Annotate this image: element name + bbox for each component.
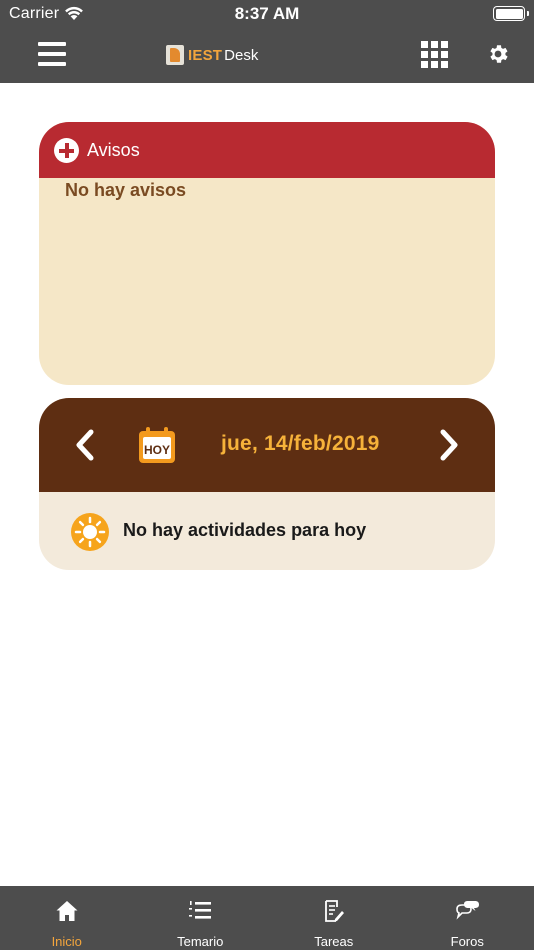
calendar-today-icon[interactable]: HOY [138, 426, 176, 464]
sun-icon [71, 513, 109, 551]
tab-bar: Inicio Temario Tareas Foros [0, 886, 534, 950]
chevron-right-icon[interactable] [438, 428, 460, 462]
chat-bubbles-icon [456, 901, 480, 920]
avisos-title: Avisos [87, 140, 140, 160]
battery-icon [493, 6, 525, 21]
activities-empty-message: No hay actividades para hoy [123, 520, 367, 540]
menu-button[interactable] [38, 42, 66, 66]
chevron-left-icon[interactable] [74, 428, 96, 462]
app-logo: IEST Desk [166, 44, 258, 66]
avisos-header: Avisos [39, 122, 495, 178]
avisos-empty-message: No hay avisos [65, 180, 187, 200]
tab-foros[interactable]: Foros [401, 886, 534, 950]
document-edit-icon [324, 900, 344, 922]
add-aviso-icon[interactable] [54, 138, 79, 163]
status-bar: Carrier 8:37 AM [0, 0, 534, 28]
tab-label: Inicio [51, 934, 82, 949]
hamburger-icon [38, 42, 66, 46]
tab-tareas[interactable]: Tareas [267, 886, 401, 950]
gear-icon[interactable] [486, 42, 510, 66]
hamburger-line [38, 52, 66, 56]
battery-tip [527, 11, 529, 16]
logo-icon [166, 45, 184, 65]
hamburger-line [38, 62, 66, 66]
calendar-card: HOY jue, 14/feb/2019 No hay actividades … [39, 398, 495, 570]
tab-label: Tareas [314, 934, 354, 949]
tab-temario[interactable]: Temario [134, 886, 268, 950]
apps-grid-button[interactable] [421, 41, 448, 68]
calendar-date: jue, 14/feb/2019 [221, 432, 380, 455]
calendar-icon-text: HOY [144, 443, 170, 457]
top-bar: Carrier 8:37 AM IEST Desk [0, 0, 534, 83]
logo-text-desk: Desk [224, 46, 259, 64]
clock: 8:37 AM [234, 4, 300, 23]
tab-label: Foros [450, 934, 484, 949]
logo-text-iest: IEST [188, 46, 223, 64]
calendar-header: HOY jue, 14/feb/2019 [39, 398, 495, 492]
home-icon [56, 901, 78, 921]
avisos-card: Avisos No hay avisos [39, 122, 495, 385]
tab-inicio[interactable]: Inicio [0, 886, 134, 950]
numbered-list-icon [189, 901, 212, 919]
tab-label: Temario [177, 934, 224, 949]
